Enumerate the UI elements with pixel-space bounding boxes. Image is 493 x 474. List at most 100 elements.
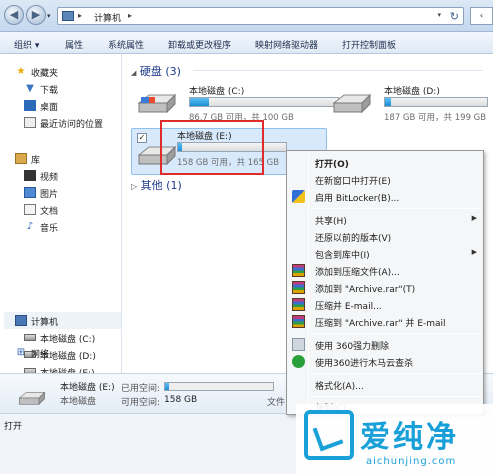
menu-separator <box>311 373 481 374</box>
winrar-icon <box>292 264 305 277</box>
group-title: 硬盘 (3) <box>139 65 181 78</box>
nav-label: 桌面 <box>40 103 59 113</box>
system-properties-button[interactable]: 系统属性 <box>108 38 144 51</box>
menu-label: 添加到压缩文件(A)... <box>315 268 400 278</box>
context-menu: 打开(O) 在新窗口中打开(E) 启用 BitLocker(B)... 共享(H… <box>286 150 484 415</box>
network-icon: ⊞ <box>16 347 26 358</box>
menu-separator <box>311 333 481 334</box>
menu-label: 在新窗口中打开(E) <box>315 177 391 187</box>
drive-usage-fill <box>385 98 392 106</box>
recent-pages-dropdown[interactable]: ▾ <box>47 12 51 20</box>
menu-separator <box>311 208 481 209</box>
shredder-icon <box>292 338 305 351</box>
menu-label: 压缩到 "Archive.rar" 并 E-mail <box>315 319 446 329</box>
details-free-label: 可用空间: <box>121 398 161 408</box>
menu-label: 压缩并 E-mail... <box>315 302 382 312</box>
menu-label: 还原以前的版本(V) <box>315 234 392 244</box>
forward-button[interactable]: ▶ <box>26 5 46 25</box>
refresh-icon[interactable]: ↻ <box>450 10 459 23</box>
menu-label: 启用 BitLocker(B)... <box>315 194 400 204</box>
menu-label: 格式化(A)... <box>315 382 364 392</box>
brand-logo-icon <box>304 410 354 460</box>
address-bar[interactable]: ▸ 计算机 ▸ ▾ ↻ <box>57 7 464 25</box>
menu-label: 共享(H) <box>315 217 347 227</box>
menu-add-archive[interactable]: 添加到压缩文件(A)... <box>289 262 483 279</box>
computer-icon <box>62 11 74 21</box>
drive-d[interactable]: 本地磁盘 (D:) 187 GB 可用，共 199 GB <box>332 84 492 124</box>
properties-button[interactable]: 属性 <box>65 38 83 51</box>
menu-label: 使用 360强力删除 <box>315 342 390 352</box>
hard-drive-icon <box>24 334 36 341</box>
winrar-icon <box>292 315 305 328</box>
map-network-drive-button[interactable]: 映射网络驱动器 <box>255 38 318 51</box>
recent-places-icon <box>24 117 36 128</box>
360-security-icon <box>292 355 305 368</box>
menu-label: 使用360进行木马云查杀 <box>315 359 414 369</box>
nav-label: 库 <box>31 156 41 166</box>
video-icon <box>24 170 36 181</box>
menu-format[interactable]: 格式化(A)... <box>289 376 483 393</box>
back-button[interactable]: ◀ <box>4 5 24 25</box>
menu-label: 包含到库中(I) <box>315 251 370 261</box>
hard-drives-group-header[interactable]: ◢ 硬盘 (3) <box>131 63 181 79</box>
details-usage-bar <box>164 382 274 391</box>
navigation-pane: ★ 收藏夹 ▼ 下载 桌面 最近访问的位置 库 视频 图片 文档 ♪ 音乐 计算… <box>0 55 122 379</box>
menu-open[interactable]: 打开(O) <box>289 154 483 171</box>
nav-label: 计算机 <box>31 318 59 328</box>
forward-arrow-icon: ▶ <box>31 8 41 21</box>
drive-c[interactable]: 本地磁盘 (C:) 86.7 GB 可用，共 100 GB <box>137 84 339 124</box>
group-divider <box>193 70 483 71</box>
organize-button[interactable]: 组织 ▾ <box>14 38 39 51</box>
collapse-icon: ◢ <box>131 69 137 77</box>
menu-360-force-delete[interactable]: 使用 360强力删除 <box>289 336 483 353</box>
star-icon: ★ <box>16 66 26 77</box>
uninstall-program-button[interactable]: 卸载或更改程序 <box>168 38 231 51</box>
music-icon: ♪ <box>26 221 34 232</box>
breadcrumb-computer[interactable]: 计算机 <box>94 11 121 24</box>
submenu-arrow-icon: ▶ <box>471 248 477 256</box>
menu-360-trojan-scan[interactable]: 使用360进行木马云查杀 <box>289 353 483 370</box>
watermark-url: aichunjing.com <box>366 456 457 467</box>
nav-label: 图片 <box>40 190 59 200</box>
search-box-partial[interactable]: ‹ <box>470 7 493 25</box>
hard-drive-icon <box>18 391 46 406</box>
expand-icon: ▷ <box>131 182 138 191</box>
open-control-panel-button[interactable]: 打开控制面板 <box>342 38 396 51</box>
menu-label: 打开(O) <box>315 160 349 170</box>
highlight-annotation <box>160 120 264 175</box>
menu-compress-email[interactable]: 压缩并 E-mail... <box>289 296 483 313</box>
drive-name: 本地磁盘 (C:) <box>189 87 245 97</box>
site-watermark: 爱纯净 aichunjing.com <box>296 404 493 474</box>
download-folder-icon: ▼ <box>26 83 34 94</box>
nav-label: 网络 <box>31 350 50 360</box>
drive-usage-fill <box>190 98 210 106</box>
watermark-brand: 爱纯净 <box>360 420 459 455</box>
submenu-arrow-icon: ▶ <box>471 214 477 222</box>
breadcrumb-separator[interactable]: ▸ <box>128 11 132 20</box>
nav-label: 音乐 <box>40 224 59 234</box>
hard-drive-icon <box>137 93 177 114</box>
winrar-icon <box>292 281 305 294</box>
menu-share[interactable]: 共享(H) ▶ <box>289 211 483 228</box>
other-group-header[interactable]: ▷ 其他 (1) <box>131 177 182 193</box>
library-icon <box>15 153 27 164</box>
details-used-label: 已用空间: <box>121 384 161 394</box>
menu-add-archive-rar[interactable]: 添加到 "Archive.rar"(T) <box>289 279 483 296</box>
nav-label: 视频 <box>40 173 59 183</box>
nav-label: 最近访问的位置 <box>40 120 104 130</box>
breadcrumb-separator[interactable]: ▸ <box>78 11 82 20</box>
menu-compress-rar-email[interactable]: 压缩到 "Archive.rar" 并 E-mail <box>289 313 483 330</box>
drive-usage-bar <box>189 97 339 107</box>
computer-icon <box>15 315 27 326</box>
details-drive-type: 本地磁盘 <box>60 397 97 407</box>
menu-separator <box>311 396 481 397</box>
address-dropdown-icon[interactable]: ▾ <box>437 11 441 19</box>
menu-restore-versions[interactable]: 还原以前的版本(V) <box>289 228 483 245</box>
command-bar: 组织 ▾ 属性 系统属性 卸载或更改程序 映射网络驱动器 打开控制面板 <box>0 32 493 54</box>
menu-label: 添加到 "Archive.rar"(T) <box>315 285 416 295</box>
menu-bitlocker[interactable]: 启用 BitLocker(B)... <box>289 188 483 205</box>
menu-include-library[interactable]: 包含到库中(I) ▶ <box>289 245 483 262</box>
details-free-value: 158 GB <box>164 395 198 405</box>
menu-open-new-window[interactable]: 在新窗口中打开(E) <box>289 171 483 188</box>
pictures-icon <box>24 187 36 198</box>
